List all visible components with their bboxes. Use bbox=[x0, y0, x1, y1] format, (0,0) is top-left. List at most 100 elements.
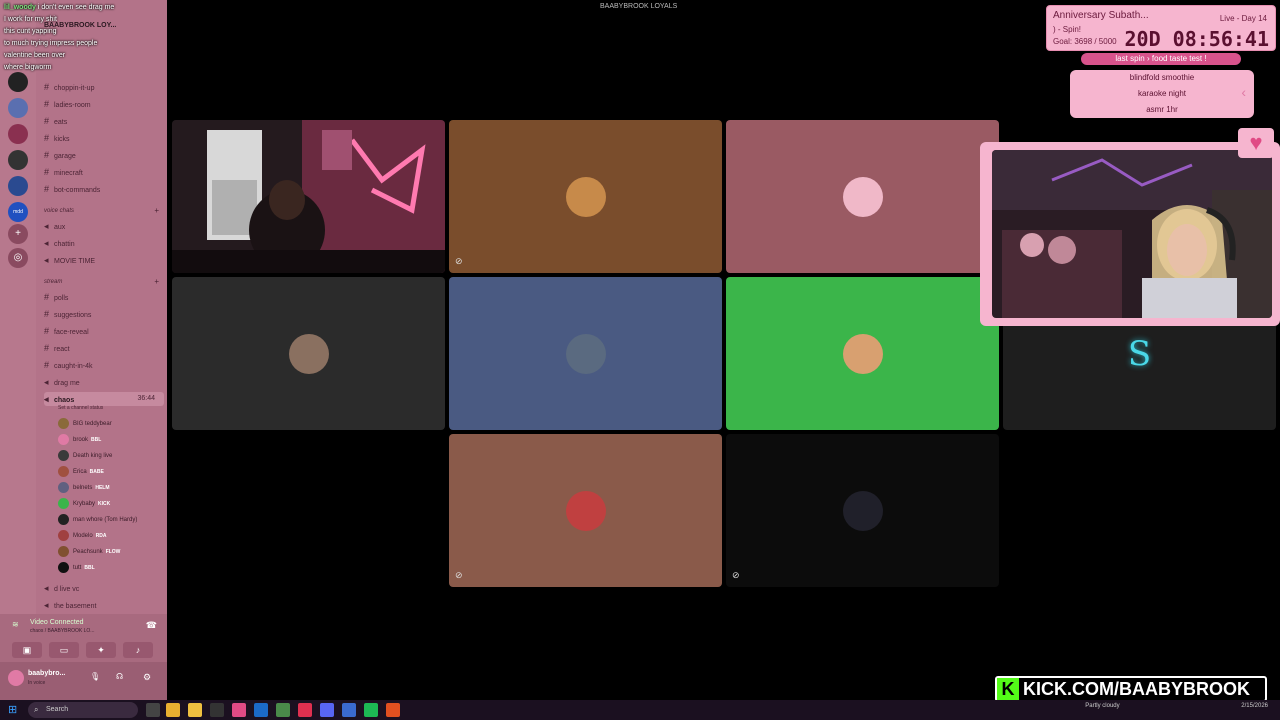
channel-item[interactable]: # polls bbox=[44, 290, 164, 304]
heart-icon: ♥ bbox=[1238, 128, 1274, 158]
participant-avatar: S bbox=[1127, 333, 1152, 374]
app-icon[interactable] bbox=[254, 703, 268, 717]
add-channel-icon[interactable]: + bbox=[154, 206, 159, 215]
channel-item[interactable]: # garage bbox=[44, 148, 164, 162]
camera-button[interactable]: ▣ bbox=[12, 642, 42, 658]
task-view-icon[interactable] bbox=[146, 703, 160, 717]
app-icon[interactable] bbox=[298, 703, 312, 717]
server-icon[interactable] bbox=[8, 124, 28, 144]
app-icon[interactable] bbox=[166, 703, 180, 717]
channel-item[interactable]: # kicks bbox=[44, 131, 164, 145]
hash-icon: # bbox=[44, 292, 50, 302]
spotify-icon[interactable] bbox=[364, 703, 378, 717]
video-tile[interactable] bbox=[726, 277, 999, 430]
app-icon[interactable] bbox=[210, 703, 224, 717]
disconnect-icon[interactable]: ☎ bbox=[146, 620, 157, 631]
channel-item[interactable]: # caught-in-4k bbox=[44, 358, 164, 372]
system-tray: Partly cloudy 2/15/2026 bbox=[1085, 703, 1268, 709]
discover-icon[interactable]: ◎ bbox=[8, 248, 28, 268]
channel-item[interactable]: # eats bbox=[44, 114, 164, 128]
channel-item[interactable]: # suggestions bbox=[44, 307, 164, 321]
category-voice[interactable]: voice chats bbox=[44, 208, 74, 214]
video-tile[interactable] bbox=[449, 277, 722, 430]
video-tile[interactable] bbox=[172, 277, 445, 430]
voice-member[interactable]: Krybaby KICK bbox=[58, 496, 166, 512]
server-icon[interactable] bbox=[8, 72, 28, 92]
channel-label: suggestions bbox=[54, 312, 92, 319]
member-name: BIG teddybear bbox=[73, 421, 112, 427]
voice-member[interactable]: brook BBL bbox=[58, 432, 166, 448]
video-tile[interactable]: ⊘ bbox=[449, 434, 722, 587]
hash-icon: # bbox=[44, 343, 50, 353]
voice-member[interactable]: man whore (Tom Hardy) bbox=[58, 512, 166, 528]
kick-logo: K bbox=[997, 678, 1019, 700]
channel-item[interactable]: # choppin-it-up bbox=[44, 80, 164, 94]
channel-label: caught-in-4k bbox=[54, 363, 93, 370]
voice-member[interactable]: belnets HELM bbox=[58, 480, 166, 496]
voice-member[interactable]: BIG teddybear bbox=[58, 416, 166, 432]
avatar bbox=[58, 513, 69, 525]
mic-icon[interactable]: 🎙 bbox=[90, 672, 100, 681]
app-icon[interactable] bbox=[386, 703, 400, 717]
channel-item[interactable]: # face-reveal bbox=[44, 324, 164, 338]
stream-screen: mdd + ◎ BAABYBROOK LOY... # choppin-it-up… bbox=[0, 0, 1280, 720]
muted-icon: ⊘ bbox=[455, 570, 463, 580]
gear-icon[interactable]: ⚙ bbox=[143, 672, 151, 683]
app-icon[interactable] bbox=[276, 703, 290, 717]
voice-member[interactable]: Erica BABE bbox=[58, 464, 166, 480]
voice-member[interactable]: Modelo RDA bbox=[58, 528, 166, 544]
channel-label: MOVIE TIME bbox=[54, 258, 96, 265]
voice-channel[interactable]: ◂ drag me bbox=[44, 375, 164, 389]
voice-channel[interactable]: ◂ chattin bbox=[44, 236, 164, 250]
voice-channel[interactable]: ◂ d live vc bbox=[44, 581, 164, 595]
activities-button[interactable]: ✦ bbox=[86, 642, 116, 658]
voice-channel[interactable]: ◂ aux bbox=[44, 219, 164, 233]
channel-item[interactable]: # react bbox=[44, 341, 164, 355]
add-channel-icon[interactable]: + bbox=[154, 277, 159, 286]
category-stream[interactable]: stream bbox=[44, 279, 62, 285]
folder-icon[interactable] bbox=[188, 703, 202, 717]
spin-wheel-list: blindfold smoothie karaoke night asmr 1h… bbox=[1070, 70, 1254, 118]
channel-label: garage bbox=[54, 153, 76, 160]
server-icon[interactable] bbox=[8, 150, 28, 170]
streamer-webcam bbox=[992, 150, 1272, 318]
channel-status-link[interactable]: Set a channel status bbox=[58, 405, 103, 411]
channel-item[interactable]: # ladies-room bbox=[44, 97, 164, 111]
taskbar-search[interactable]: ⌕ Search bbox=[28, 702, 138, 718]
voice-member[interactable]: Death king live bbox=[58, 448, 166, 464]
discord-icon[interactable] bbox=[320, 703, 334, 717]
app-icon[interactable] bbox=[232, 703, 246, 717]
channel-label: d live vc bbox=[54, 586, 80, 593]
voice-channel[interactable]: ◂ MOVIE TIME bbox=[44, 253, 164, 267]
speaker-icon: ◂ bbox=[44, 238, 49, 248]
add-server-icon[interactable]: + bbox=[8, 224, 28, 244]
video-tile[interactable]: ⊘ bbox=[726, 434, 999, 587]
signal-icon[interactable]: ≋ bbox=[12, 620, 19, 629]
server-icon[interactable] bbox=[8, 176, 28, 196]
server-icon[interactable]: mdd bbox=[8, 202, 28, 222]
app-icon[interactable] bbox=[342, 703, 356, 717]
video-tile[interactable] bbox=[726, 120, 999, 273]
channel-item[interactable]: # bot-commands bbox=[44, 182, 164, 196]
speaker-icon: ◂ bbox=[44, 255, 49, 265]
channel-label: ladies-room bbox=[54, 102, 91, 109]
kick-url: KICK.COM/BAABYBROOK bbox=[1023, 679, 1250, 699]
headphones-icon[interactable]: ☊ bbox=[116, 672, 123, 681]
channel-item[interactable]: # minecraft bbox=[44, 165, 164, 179]
participant-avatar bbox=[565, 333, 606, 374]
server-icon[interactable] bbox=[8, 98, 28, 118]
user-name[interactable]: baabybro... bbox=[28, 670, 65, 677]
chat-text: to much trying impress people bbox=[4, 40, 98, 47]
video-tile[interactable]: ⊘ bbox=[449, 120, 722, 273]
video-tile[interactable] bbox=[172, 120, 445, 273]
voice-status[interactable]: Video Connected bbox=[30, 619, 84, 626]
windows-start-icon[interactable]: ⊞ bbox=[8, 703, 22, 717]
voice-channel[interactable]: ◂ the basement bbox=[44, 598, 164, 612]
voice-member[interactable]: Peachsunk FLOW bbox=[58, 544, 166, 560]
participant-avatar bbox=[565, 176, 606, 217]
speaker-icon: ◂ bbox=[44, 377, 49, 387]
voice-member[interactable]: tutt BBL bbox=[58, 560, 166, 576]
avatar[interactable] bbox=[8, 670, 24, 686]
screenshare-button[interactable]: ▭ bbox=[49, 642, 79, 658]
soundboard-button[interactable]: ♪ bbox=[123, 642, 153, 658]
